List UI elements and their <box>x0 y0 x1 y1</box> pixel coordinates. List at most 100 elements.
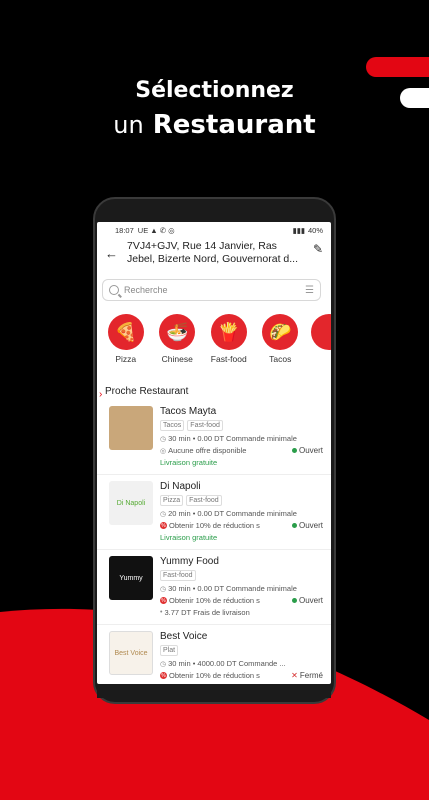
signal-icon: ▮▮▮ <box>292 225 305 235</box>
restaurant-thumbnail <box>109 406 153 450</box>
restaurant-info: Yummy Food Fast-food ◷ 30 min • 0.00 DT … <box>160 556 323 618</box>
offer-text: Obtenir 10% de réduction s <box>169 521 260 530</box>
pizza-icon: 🍕 <box>107 314 144 350</box>
status-time: 18:07 <box>115 225 134 235</box>
delivery-time: 30 min <box>168 584 191 593</box>
separator-dot: • <box>190 659 198 668</box>
promo-icon: % <box>160 522 167 529</box>
delivery-fee-row: • 3.77 DT Frais de livraison <box>160 608 323 617</box>
category-pizza[interactable]: 🍕 Pizza <box>105 314 147 364</box>
address-text[interactable]: 7VJ4+GJV, Rue 14 Janvier, Ras Jebel, Biz… <box>127 240 307 266</box>
status-badge: Ouvert <box>291 446 323 455</box>
restaurant-tags: Tacos Fast-food <box>160 420 323 431</box>
restaurant-tag: Pizza <box>160 495 184 506</box>
restaurant-card[interactable]: Tacos Mayta Tacos Fast-food ◷ 30 min • 0.… <box>97 400 331 475</box>
filter-icon[interactable]: ☰ <box>305 285 314 296</box>
restaurant-tag: Plat <box>160 645 179 656</box>
open-dot-icon <box>291 523 297 528</box>
restaurant-tag: Fast-food <box>186 495 222 506</box>
separator-dot: • <box>190 509 198 518</box>
status-badge: Ouvert <box>291 596 323 605</box>
noodles-icon: 🍜 <box>159 314 196 350</box>
category-label: Tacos <box>269 354 292 364</box>
category-label: Fast-food <box>210 354 247 364</box>
category-label: Pizza <box>115 354 137 364</box>
open-dot-icon <box>291 448 297 453</box>
battery-level: 40% <box>307 225 323 235</box>
section-title: Proche Restaurant <box>105 386 189 397</box>
fee-dot-icon: • <box>160 609 163 616</box>
thumbnail-logo-text: Best Voice <box>114 649 148 657</box>
delivery-fee: Livraison gratuite <box>160 533 218 542</box>
separator-dot: • <box>190 584 198 593</box>
fast-food-icon: 🍟 <box>210 314 247 350</box>
offer-row: % Obtenir 10% de réduction s ✕ Fermé <box>160 671 323 680</box>
offer-text: Obtenir 10% de réduction s <box>169 596 260 605</box>
category-fast-food[interactable]: 🍟 Fast-food <box>208 314 250 364</box>
restaurant-list: Tacos Mayta Tacos Fast-food ◷ 30 min • 0.… <box>97 397 331 684</box>
clock-icon: ◷ <box>160 510 167 518</box>
delivery-time: 30 min <box>168 434 191 443</box>
restaurant-name: Best Voice <box>160 631 208 642</box>
headline-line1: Sélectionnez <box>135 78 294 103</box>
edit-pencil-icon[interactable]: ✎ <box>307 240 323 256</box>
open-dot-icon <box>291 598 297 603</box>
delivery-fee: 3.77 DT Frais de livraison <box>164 608 250 617</box>
offer-row: % Obtenir 10% de réduction s Ouvert <box>160 521 323 530</box>
search-placeholder: Recherche <box>124 285 168 295</box>
min-order: 0.00 DT Commande minimale <box>197 584 297 593</box>
status-bar: 18:07 UE ▲ ✆ ◎ ▮▮▮ 40% <box>97 222 331 238</box>
status-text: Ouvert <box>298 446 323 455</box>
restaurant-info: Best Voice Plat ◷ 30 min • 4000.00 DT Co… <box>160 631 323 684</box>
delivery-fee-row: Livraison gratuite <box>160 458 323 467</box>
address-bar: ← 7VJ4+GJV, Rue 14 Janvier, Ras Jebel, B… <box>97 238 331 274</box>
status-left-icons: UE ▲ ✆ ◎ <box>137 225 175 235</box>
restaurant-thumbnail: Di Napoli <box>109 481 153 525</box>
delivery-info-row: ◷ 30 min • 4000.00 DT Commande ... <box>160 659 323 668</box>
restaurant-card[interactable]: Best Voice Best Voice Plat ◷ 30 min • 40… <box>97 625 331 684</box>
restaurant-name: Tacos Mayta <box>160 406 217 417</box>
restaurant-info: Tacos Mayta Tacos Fast-food ◷ 30 min • 0.… <box>160 406 323 468</box>
back-arrow-icon[interactable]: ← <box>105 240 127 261</box>
restaurant-tags: Plat <box>160 645 323 656</box>
restaurant-info: Di Napoli Pizza Fast-food ◷ 20 min • 0.00… <box>160 481 323 543</box>
clock-icon: ◷ <box>160 660 167 668</box>
delivery-info-row: ◷ 20 min • 0.00 DT Commande minimale <box>160 509 323 518</box>
promo-icon: % <box>160 597 167 604</box>
thumbnail-logo-text: Yummy <box>119 574 143 582</box>
search-input[interactable]: Recherche ☰ <box>102 279 321 301</box>
status-text: Ouvert <box>298 521 323 530</box>
delivery-fee-row: Livraison gratuite <box>160 533 323 542</box>
restaurant-name: Yummy Food <box>160 556 219 567</box>
restaurant-tag: Fast-food <box>160 570 196 581</box>
clock-icon: ◷ <box>160 435 167 443</box>
restaurant-thumbnail: Best Voice <box>109 631 153 675</box>
offer-text: Aucune offre disponible <box>168 446 247 455</box>
category-tacos[interactable]: 🌮 Tacos <box>260 314 302 364</box>
category-chinese[interactable]: 🍜 Chinese <box>157 314 199 364</box>
thumbnail-logo-text: Di Napoli <box>116 499 146 507</box>
status-badge: ✕ Fermé <box>291 671 323 680</box>
clock-icon: ◷ <box>160 585 167 593</box>
offer-row: ◎ Aucune offre disponible Ouvert <box>160 446 323 455</box>
category-list: 🍕 Pizza 🍜 Chinese 🍟 Fast-food 🌮 Tacos <box>97 301 331 364</box>
phone-screen: 18:07 UE ▲ ✆ ◎ ▮▮▮ 40% ← 7VJ4+GJV, Rue 1… <box>97 222 331 684</box>
promo-icon: % <box>160 672 167 679</box>
decorative-red-pill <box>366 57 429 77</box>
restaurant-card[interactable]: Yummy Yummy Food Fast-food ◷ 30 min • 0.… <box>97 550 331 625</box>
restaurant-name: Di Napoli <box>160 481 201 492</box>
min-order: 0.00 DT Commande minimale <box>197 509 297 518</box>
taco-icon: 🌮 <box>262 314 299 350</box>
min-order: 4000.00 DT Commande ... <box>197 659 286 668</box>
category-partial[interactable] <box>311 314 331 364</box>
phone-bottom-bezel <box>97 684 331 698</box>
chevron-right-icon: › <box>99 389 103 400</box>
restaurant-tag: Tacos <box>160 420 185 431</box>
restaurant-card[interactable]: Di Napoli Di Napoli Pizza Fast-food ◷ 20 … <box>97 475 331 550</box>
status-text: Fermé <box>299 671 323 680</box>
status-badge: Ouvert <box>291 521 323 530</box>
category-label: Chinese <box>161 354 193 364</box>
delivery-info-row: ◷ 30 min • 0.00 DT Commande minimale <box>160 584 323 593</box>
delivery-time: 30 min <box>168 659 191 668</box>
separator-dot: • <box>190 434 198 443</box>
